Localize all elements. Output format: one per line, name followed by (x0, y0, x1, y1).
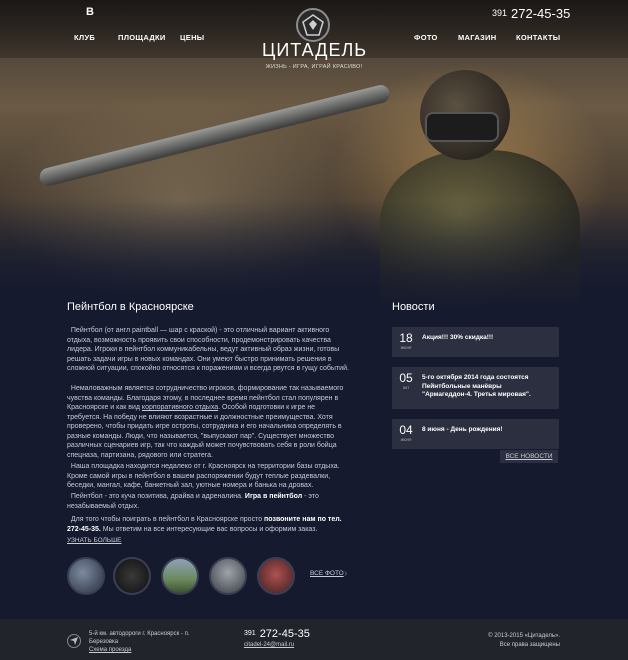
news-title: Новости (392, 301, 435, 313)
nav-shop[interactable]: МАГАЗИН (458, 33, 496, 42)
footer-email-link[interactable]: citadel-24@mail.ru (244, 642, 294, 648)
news-item[interactable]: 04 июня 8 июня - День рождения! (392, 419, 559, 449)
nav-photo[interactable]: ФОТО (414, 33, 438, 42)
logo-emblem-icon[interactable] (296, 8, 330, 42)
logo-tagline: ЖИЗНЬ - ИГРА, ИГРАЙ КРАСИВО! (265, 64, 363, 70)
gallery-photo-5[interactable] (257, 557, 295, 595)
news-date: 04 июня (399, 423, 413, 442)
gallery-photo-3[interactable] (161, 557, 199, 595)
hero-marker-gun (37, 83, 392, 188)
news-date: 18 июня (399, 331, 413, 350)
news-text: 5-го октября 2014 года состоятся Пейнтбо… (422, 374, 531, 398)
news-item[interactable]: 18 июня Акция!!! 30% скидка!!! (392, 327, 559, 357)
corporate-link[interactable]: корпоративного отдыха (142, 404, 218, 411)
logo-title[interactable]: ЦИТАДЕЛЬ (262, 40, 366, 61)
nav-club[interactable]: КЛУБ (74, 33, 95, 42)
news-date: 05 окт (399, 371, 413, 390)
gallery-photo-1[interactable] (67, 557, 105, 595)
footer-phone: 391 272-45-35 (244, 628, 310, 640)
gallery-photo-4[interactable] (209, 557, 247, 595)
gallery-photo-2[interactable] (113, 557, 151, 595)
hero-player-mask (425, 112, 499, 142)
news-item[interactable]: 05 окт 5-го октября 2014 года состоятся … (392, 367, 559, 409)
intro-paragraph-4: Пейнтбол - это куча позитива, драйва и а… (67, 493, 319, 510)
intro-paragraph-2: Немаловажным является сотрудничество игр… (67, 385, 344, 459)
intro-paragraph-5: Для того чтобы поиграть в пейнтбол в Кра… (67, 516, 342, 533)
chevron-right-icon[interactable]: › (344, 568, 347, 579)
intro-paragraph-3: Наша площадка находится недалеко от г. К… (67, 463, 340, 489)
news-text: Акция!!! 30% скидка!!! (422, 334, 494, 341)
header-phone: 391 272-45-35 (492, 6, 570, 21)
footer-phone-number: 272-45-35 (259, 628, 310, 640)
learn-more-link[interactable]: УЗНАТЬ БОЛЬШЕ (67, 537, 121, 544)
footer-rights: Все права защищены (499, 642, 560, 648)
map-link[interactable]: Схема проезда (89, 647, 131, 653)
nav-prices[interactable]: ЦЕНЫ (180, 33, 204, 42)
intro-paragraph-1: Пейнтбол (от англ paintball — шар с крас… (67, 327, 349, 372)
nav-contacts[interactable]: КОНТАКТЫ (516, 33, 560, 42)
all-photos-link[interactable]: ВСЕ ФОТО (310, 570, 344, 577)
news-text: 8 июня - День рождения! (422, 426, 503, 433)
header-phone-code: 391 (492, 8, 508, 18)
page-title: Пейнтбол в Красноярске (67, 301, 194, 313)
header-phone-number: 272-45-35 (511, 6, 571, 21)
vk-link[interactable]: В (86, 6, 94, 18)
footer-phone-code: 391 (244, 630, 256, 637)
hero-fade (0, 200, 628, 310)
footer-copyright: © 2013-2015 «Цитадель». (488, 633, 560, 639)
location-pin-icon (67, 634, 81, 648)
footer-address: 5-й км. автодороги г. Красноярск - п. Бе… (89, 631, 190, 645)
nav-grounds[interactable]: ПЛОЩАДКИ (118, 33, 166, 42)
all-news-link[interactable]: ВСЕ НОВОСТИ (500, 450, 558, 463)
